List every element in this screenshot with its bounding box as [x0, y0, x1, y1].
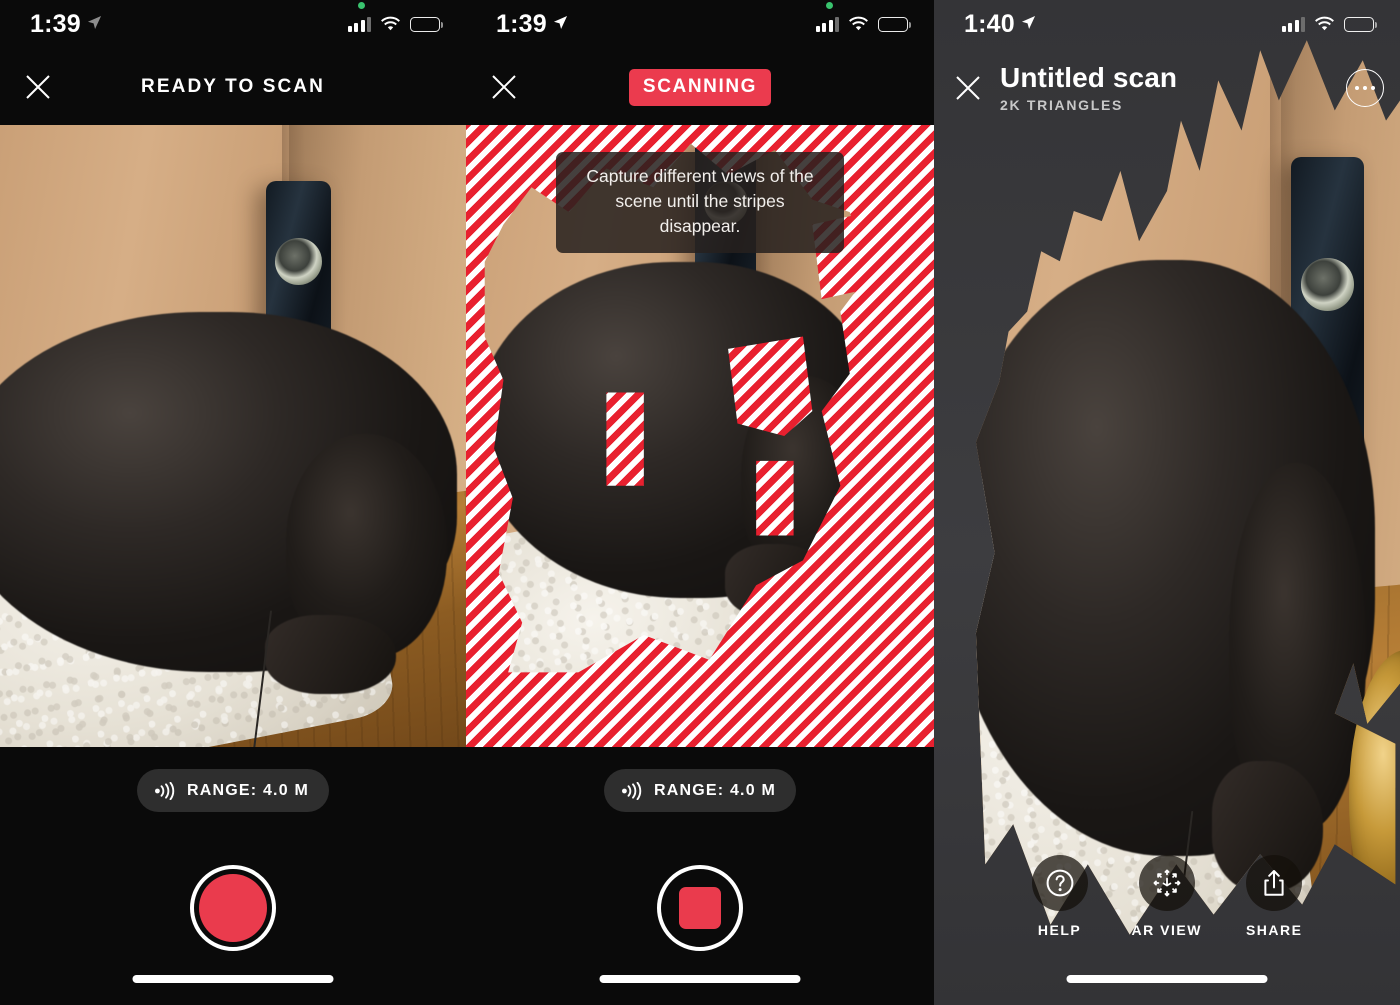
- instruction-tooltip: Capture different views of the scene unt…: [556, 152, 844, 253]
- capture-controls: RANGE: 4.0 M: [466, 747, 934, 1005]
- close-x-icon[interactable]: [484, 67, 524, 107]
- camera-viewport[interactable]: Capture different views of the scene unt…: [466, 125, 934, 747]
- status-bar: 1:40: [934, 0, 1400, 48]
- location-arrow-icon: [553, 15, 567, 29]
- cellular-signal-icon: [347, 16, 371, 32]
- scan-subtitle: 2K TRIANGLES: [1000, 97, 1124, 114]
- ar-view-label: AR VIEW: [1131, 922, 1202, 938]
- close-x-icon[interactable]: [948, 68, 988, 108]
- capture-controls: RANGE: 4.0 M: [0, 747, 466, 1005]
- page-title: READY TO SCAN: [141, 76, 325, 97]
- wifi-icon: [1315, 16, 1334, 31]
- panel-ready-to-scan: 1:39 READY TO SCAN RANGE: 4.0 M: [0, 0, 466, 1005]
- share-upload-icon: [1246, 855, 1303, 911]
- scan-header: Untitled scan 2K TRIANGLES: [934, 48, 1400, 128]
- sonar-range-icon: [622, 781, 642, 800]
- help-label: HELP: [1037, 922, 1082, 938]
- range-button[interactable]: RANGE: 4.0 M: [604, 769, 796, 812]
- stop-button[interactable]: [657, 865, 743, 951]
- share-label: SHARE: [1245, 922, 1303, 938]
- sonar-range-icon: [155, 781, 175, 800]
- nav-bar: SCANNING: [466, 48, 934, 126]
- badge-container: SCANNING: [466, 68, 934, 106]
- status-bar-left: 1:39: [30, 9, 102, 38]
- green-recording-dot: [357, 2, 365, 9]
- location-arrow-icon: [87, 15, 101, 29]
- scan-title-block: Untitled scan 2K TRIANGLES: [1000, 62, 1177, 114]
- green-recording-dot: [825, 2, 833, 9]
- wifi-icon: [849, 16, 868, 31]
- share-button[interactable]: SHARE: [1246, 855, 1303, 938]
- black-cat: [0, 311, 457, 694]
- battery-icon: [878, 16, 912, 32]
- status-bar: 1:39: [466, 0, 934, 48]
- wifi-icon: [381, 16, 400, 31]
- status-bar-right: [1281, 16, 1378, 32]
- range-button[interactable]: RANGE: 4.0 M: [137, 769, 329, 812]
- cellular-signal-icon: [1281, 16, 1305, 32]
- status-bar-left: 1:39: [496, 9, 568, 38]
- black-cat: [475, 261, 878, 618]
- status-bar: 1:39: [0, 0, 466, 48]
- three-panel-screenshot: 1:39 READY TO SCAN RANGE: 4.0 M 1:39 SCA…: [0, 0, 1400, 1005]
- nav-bar: READY TO SCAN: [0, 48, 466, 126]
- close-x-icon[interactable]: [18, 67, 58, 107]
- status-badge: SCANNING: [628, 68, 772, 106]
- camera-scene: [0, 125, 466, 747]
- battery-icon: [410, 16, 444, 32]
- more-options-icon[interactable]: [1346, 69, 1384, 107]
- black-cat: [975, 260, 1375, 892]
- ar-view-button[interactable]: AR VIEW: [1132, 855, 1202, 938]
- range-label: RANGE: 4.0 M: [187, 781, 309, 799]
- status-time: 1:39: [496, 9, 547, 38]
- status-bar-right: [347, 2, 444, 32]
- shutter-ring: [657, 865, 743, 951]
- range-label: RANGE: 4.0 M: [654, 781, 776, 799]
- camera-viewport[interactable]: [0, 125, 466, 747]
- status-time: 1:40: [964, 9, 1015, 38]
- ar-view-icon: [1138, 855, 1195, 911]
- location-arrow-icon: [1021, 15, 1035, 29]
- status-bar-left: 1:40: [964, 9, 1036, 38]
- record-button[interactable]: [190, 865, 276, 951]
- help-button[interactable]: HELP: [1031, 855, 1088, 938]
- status-bar-right: [815, 2, 912, 32]
- help-question-icon: [1031, 855, 1088, 911]
- home-indicator: [132, 975, 334, 983]
- cellular-signal-icon: [815, 16, 839, 32]
- battery-icon: [1344, 16, 1378, 32]
- panel-scan-result: Untitled scan 2K TRIANGLES 1:40 HELP AR …: [934, 0, 1400, 1005]
- scan-title[interactable]: Untitled scan: [1000, 62, 1177, 92]
- home-indicator: [1066, 975, 1268, 983]
- status-time: 1:39: [30, 9, 81, 38]
- shutter-ring: [190, 865, 276, 951]
- home-indicator: [599, 975, 801, 983]
- panel-scanning: 1:39 SCANNING Capture different views of…: [466, 0, 934, 1005]
